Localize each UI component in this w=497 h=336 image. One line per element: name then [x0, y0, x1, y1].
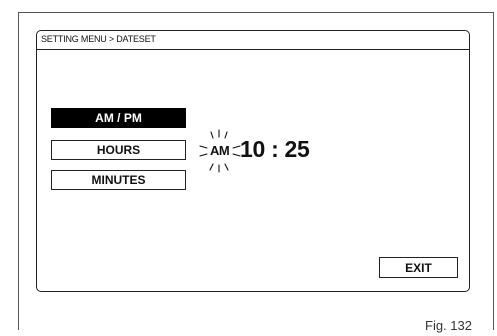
- ampm-button[interactable]: AM / PM: [51, 108, 186, 128]
- clock-display: AM 10 : 25: [197, 129, 347, 179]
- hours-button[interactable]: HOURS: [51, 140, 186, 160]
- figure-caption: Fig. 132: [425, 318, 472, 333]
- exit-button-label: EXIT: [405, 260, 432, 275]
- menu-screen: SETTING MENU > DATESET AM / PM HOURS MIN…: [36, 30, 470, 292]
- ampm-button-label: AM / PM: [95, 111, 142, 125]
- breadcrumb-divider: [37, 49, 469, 50]
- minutes-button-label: MINUTES: [91, 173, 146, 187]
- hours-button-label: HOURS: [96, 143, 141, 157]
- minutes-button[interactable]: MINUTES: [51, 170, 186, 190]
- time-value: 10 : 25: [240, 136, 310, 162]
- exit-button[interactable]: EXIT: [379, 257, 458, 278]
- breadcrumb: SETTING MENU > DATESET: [41, 34, 156, 44]
- ampm-indicator: AM: [210, 143, 230, 158]
